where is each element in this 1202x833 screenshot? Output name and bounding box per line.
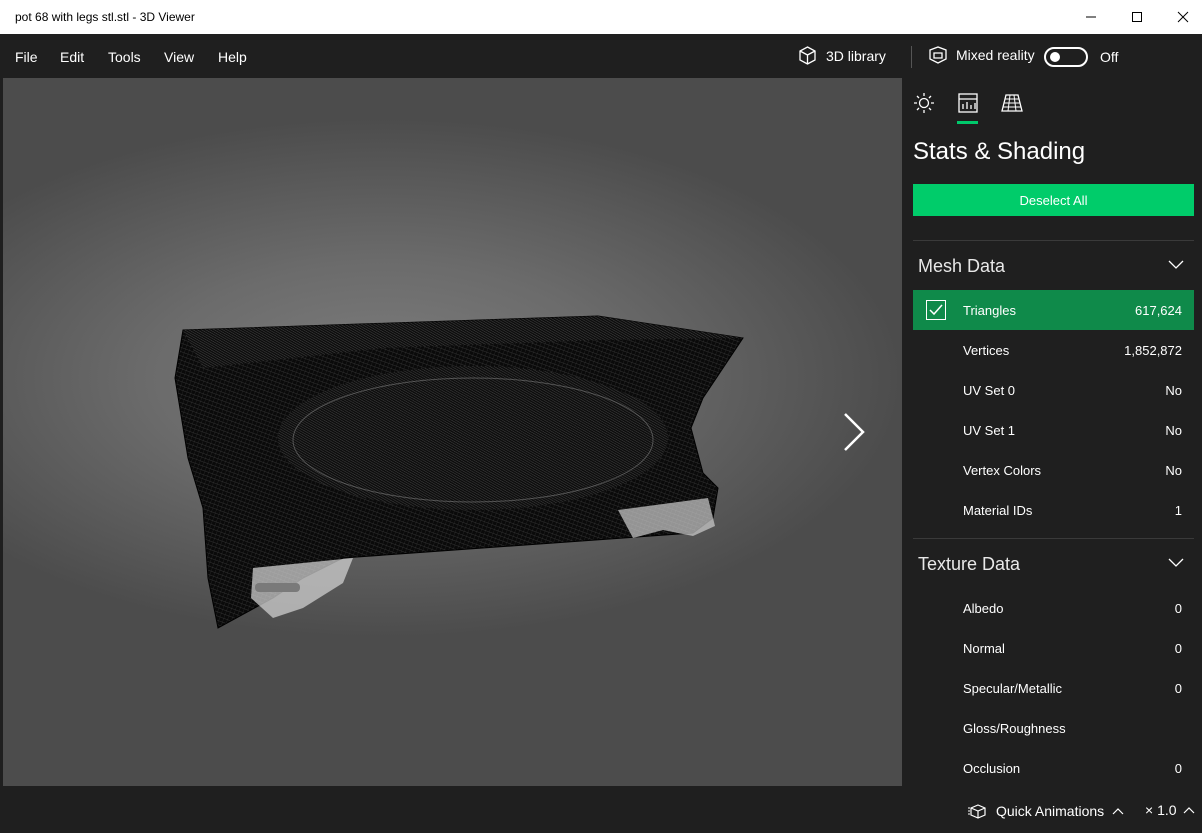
row-value: 0 [1174, 641, 1182, 656]
texture-row-specular-metallic[interactable]: Specular/Metallic 0 [913, 668, 1194, 708]
texture-data-label: Texture Data [918, 554, 1021, 574]
mesh-row-uv-set-0[interactable]: UV Set 0 No [913, 370, 1194, 410]
menu-help[interactable]: Help [218, 49, 247, 65]
texture-row-occlusion[interactable]: Occlusion 0 [913, 748, 1194, 786]
chevron-right-icon[interactable] [835, 408, 871, 456]
mixed-reality-label: Mixed reality [956, 47, 1035, 63]
mixed-reality-button[interactable]: Mixed reality [928, 45, 1035, 65]
3d-library-button[interactable]: 3D library [797, 45, 886, 66]
minimize-button[interactable] [1068, 0, 1114, 34]
deselect-all-button[interactable]: Deselect All [913, 184, 1194, 216]
chevron-up-icon [1112, 808, 1124, 815]
close-icon [1177, 11, 1189, 23]
row-label: Vertex Colors [963, 463, 1042, 478]
row-value: No [1165, 383, 1182, 398]
stats-icon[interactable] [957, 92, 979, 114]
bottom-bar: Quick Animations × 1.0 [0, 786, 1202, 833]
row-value: No [1165, 463, 1182, 478]
row-value: 1,852,872 [1124, 343, 1182, 358]
speed-label: × 1.0 [1145, 802, 1177, 818]
mesh-row-triangles[interactable]: Triangles 617,624 [913, 290, 1194, 330]
row-value: 0 [1174, 761, 1182, 776]
menu-edit[interactable]: Edit [60, 49, 84, 65]
row-label: Normal [963, 641, 1005, 656]
mesh-row-vertices[interactable]: Vertices 1,852,872 [913, 330, 1194, 370]
row-value: 0 [1174, 681, 1182, 696]
divider [913, 240, 1194, 241]
3d-library-label: 3D library [826, 47, 886, 64]
wireframe-model[interactable] [3, 78, 902, 786]
chevron-down-icon [1168, 558, 1184, 567]
texture-row-normal[interactable]: Normal 0 [913, 628, 1194, 668]
mesh-row-uv-set-1[interactable]: UV Set 1 No [913, 410, 1194, 450]
row-label: Vertices [963, 343, 1010, 358]
toggle-knob [1050, 52, 1060, 62]
row-label: Material IDs [963, 503, 1033, 518]
row-label: Triangles [963, 303, 1016, 318]
cube-icon [799, 46, 816, 65]
row-label: UV Set 1 [963, 423, 1016, 438]
close-button[interactable] [1160, 0, 1202, 34]
grid-icon[interactable] [1001, 92, 1023, 114]
row-label: Occlusion [963, 761, 1021, 776]
row-value: 0 [1174, 601, 1182, 616]
minimize-icon [1086, 16, 1096, 18]
maximize-icon [1132, 12, 1142, 22]
3d-viewport[interactable] [3, 78, 902, 786]
playback-speed-button[interactable]: × 1.0 [1145, 802, 1195, 818]
checkbox[interactable] [926, 300, 946, 320]
texture-row-gloss-roughness[interactable]: Gloss/Roughness [913, 708, 1194, 748]
quick-animations-label: Quick Animations [996, 803, 1105, 819]
lighting-icon[interactable] [913, 92, 935, 114]
row-label: Gloss/Roughness [963, 721, 1066, 736]
menu-view[interactable]: View [164, 49, 194, 65]
menu-bar: File Edit Tools View Help 3D library Mix… [0, 34, 1202, 78]
row-label: UV Set 0 [963, 383, 1016, 398]
row-label: Specular/Metallic [963, 681, 1062, 696]
panel-title: Stats & Shading [913, 138, 1086, 165]
mixed-reality-state: Off [1100, 49, 1119, 65]
texture-row-albedo[interactable]: Albedo 0 [913, 588, 1194, 628]
row-value: 1 [1174, 503, 1182, 518]
mixed-reality-toggle[interactable] [1044, 47, 1088, 67]
mesh-row-material-ids[interactable]: Material IDs 1 [913, 490, 1194, 530]
row-value: No [1165, 423, 1182, 438]
menu-file[interactable]: File [15, 49, 38, 65]
chevron-up-icon [1183, 807, 1194, 814]
mesh-row-vertex-colors[interactable]: Vertex Colors No [913, 450, 1194, 490]
window-title: pot 68 with legs stl.stl - 3D Viewer [15, 10, 195, 24]
mesh-data-header[interactable]: Mesh Data [913, 244, 1194, 284]
divider [913, 538, 1194, 539]
quick-animations-button[interactable]: Quick Animations [968, 802, 1124, 820]
active-tab-indicator [957, 121, 978, 124]
maximize-button[interactable] [1114, 0, 1160, 34]
row-value: 617,624 [1135, 303, 1182, 318]
chevron-down-icon [1168, 260, 1184, 269]
animation-icon [968, 804, 986, 819]
texture-data-header[interactable]: Texture Data [913, 542, 1194, 582]
row-label: Albedo [963, 601, 1004, 616]
title-bar: pot 68 with legs stl.stl - 3D Viewer [0, 0, 1202, 34]
mesh-data-label: Mesh Data [918, 256, 1006, 276]
menu-tools[interactable]: Tools [108, 49, 141, 65]
checkmark-icon [929, 304, 943, 316]
menu-separator [911, 46, 912, 68]
mixed-reality-icon [929, 46, 947, 64]
